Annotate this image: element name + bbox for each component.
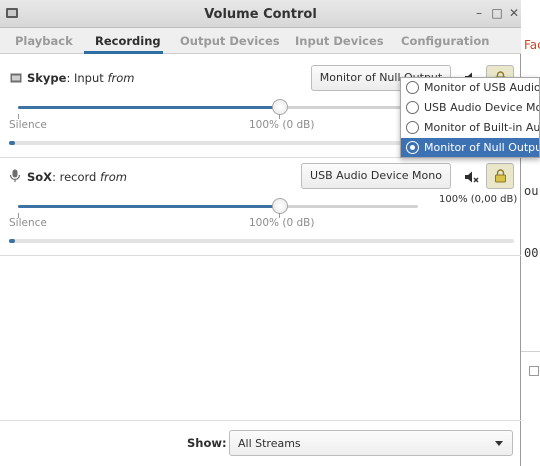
menu-item-usb-audio[interactable]: USB Audio Device Mono	[401, 98, 539, 118]
tab-recording[interactable]: Recording	[95, 34, 161, 48]
stream-desc: Input	[70, 71, 108, 85]
chevron-down-icon	[495, 441, 503, 446]
close-icon[interactable]: ✕	[507, 6, 521, 20]
active-tab-indicator	[84, 51, 163, 54]
background-text-red: Fac	[524, 38, 540, 52]
background-divider-2	[521, 351, 540, 352]
radio-icon	[406, 81, 419, 94]
background-text-2: 00	[524, 246, 539, 260]
volume-slider[interactable]	[18, 205, 418, 208]
lock-channels-button[interactable]	[486, 163, 514, 189]
volume-slider-fill	[18, 106, 280, 109]
volume-slider-knob[interactable]	[272, 198, 288, 214]
tab-input-devices[interactable]: Input Devices	[295, 34, 384, 48]
radio-icon	[406, 121, 419, 134]
scale-label-100: 100% (0 dB)	[249, 217, 315, 229]
menu-item-label: Monitor of Null Output	[424, 141, 540, 154]
stream-separator-line	[0, 255, 521, 256]
level-meter-fill	[9, 141, 15, 145]
radio-selected-icon	[406, 141, 419, 154]
title-bar[interactable]: Volume Control – □ ✕	[0, 0, 521, 28]
scale-label-silence: Silence	[9, 119, 47, 131]
menu-item-monitor-usb[interactable]: Monitor of USB Audio Device Mono	[401, 78, 540, 98]
volume-slider[interactable]	[18, 106, 418, 109]
maximize-icon[interactable]: □	[490, 6, 504, 20]
show-label: Show:	[187, 436, 227, 450]
menu-item-monitor-null[interactable]: Monitor of Null Output	[401, 138, 540, 157]
menu-item-monitor-builtin[interactable]: Monitor of Built-in Audio	[401, 118, 540, 138]
radio-icon	[406, 101, 419, 114]
stream-label: SoX: record from	[27, 170, 127, 184]
menu-item-label: Monitor of USB Audio Device Mono	[424, 81, 540, 94]
stream-from: from	[99, 170, 127, 184]
microphone-icon	[9, 169, 21, 182]
show-streams-value: All Streams	[238, 437, 301, 450]
volume-slider-knob[interactable]	[272, 99, 288, 115]
menu-item-label: Monitor of Built-in Audio	[424, 121, 540, 134]
background-text-1: ou	[524, 184, 539, 198]
tab-playback[interactable]: Playback	[15, 34, 73, 48]
level-meter-fill	[9, 239, 15, 243]
minimize-icon[interactable]: –	[472, 6, 486, 20]
stream-app-name: SoX	[27, 170, 53, 184]
device-popup-menu: Monitor of USB Audio Device Mono USB Aud…	[400, 77, 540, 158]
background-window: Fac ou 00	[520, 0, 540, 466]
show-streams-dropdown[interactable]: All Streams	[229, 430, 513, 456]
device-select-button[interactable]: USB Audio Device Mono	[301, 163, 451, 189]
tab-configuration[interactable]: Configuration	[401, 34, 489, 48]
stream-from: from	[107, 71, 135, 85]
stream-label: Skype: Input from	[27, 71, 134, 85]
radio-dot	[410, 145, 415, 150]
footer-separator	[0, 420, 521, 421]
stream-app-name: Skype	[27, 71, 67, 85]
menu-item-label: USB Audio Device Mono	[424, 101, 539, 114]
lock-icon	[495, 169, 506, 183]
volume-control-window: Volume Control – □ ✕ Playback Recording …	[0, 0, 521, 466]
stream-desc: record	[55, 170, 100, 184]
scale-label-100: 100% (0 dB)	[249, 119, 315, 131]
window-title: Volume Control	[204, 7, 317, 22]
speaker-muted-icon[interactable]	[463, 169, 479, 185]
tab-output-devices[interactable]: Output Devices	[180, 34, 280, 48]
background-checkbox[interactable]	[529, 366, 539, 376]
scale-label-silence: Silence	[9, 217, 47, 229]
level-meter	[9, 239, 514, 243]
volume-slider-fill	[18, 205, 280, 208]
app-window-icon	[10, 73, 22, 83]
tab-bar: Playback Recording Output Devices Input …	[0, 28, 521, 54]
volume-db-readout: 100% (0,00 dB)	[439, 194, 518, 205]
